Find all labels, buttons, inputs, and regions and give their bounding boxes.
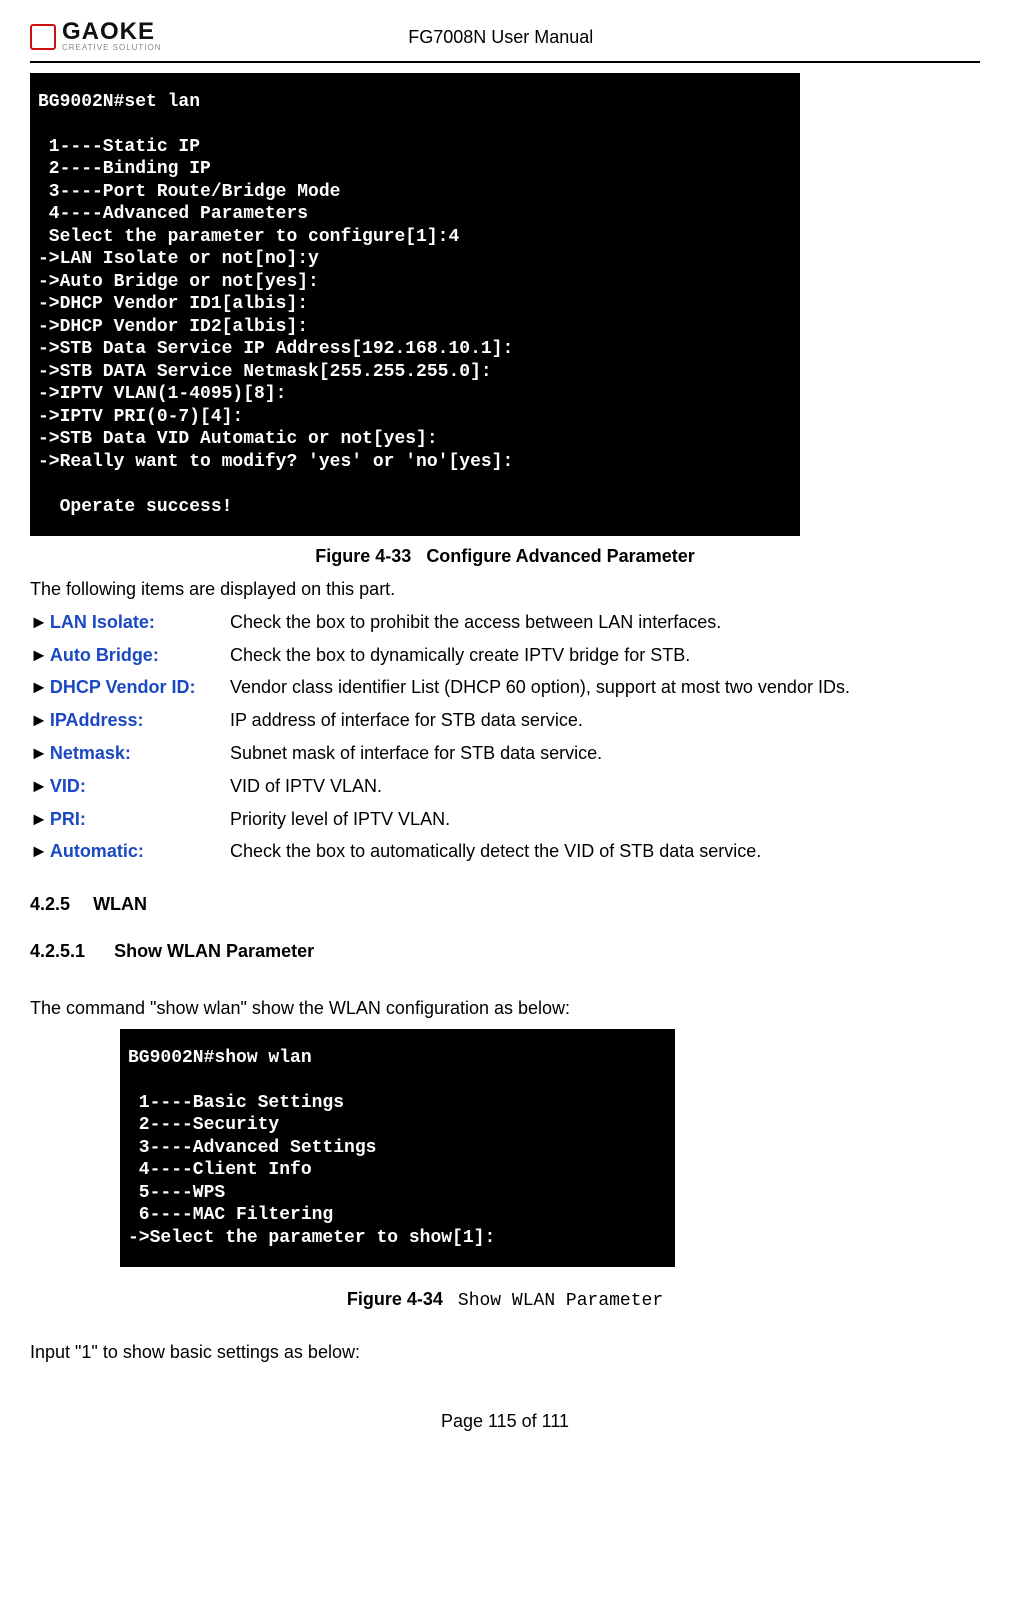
param-row: ► IPAddress:IP address of interface for … — [30, 706, 980, 735]
section-title: WLAN — [93, 894, 147, 914]
param-name: VID: — [50, 772, 86, 801]
logo: GAOKE CREATIVE SOLUTION — [30, 20, 162, 55]
section-heading: 4.2.5 WLAN — [30, 890, 980, 919]
parameter-list: ► LAN Isolate:Check the box to prohibit … — [30, 608, 980, 866]
param-label-col: ► DHCP Vendor ID: — [30, 673, 230, 702]
triangle-icon: ► — [30, 641, 48, 670]
subsection-title: Show WLAN Parameter — [114, 941, 314, 961]
intro-text-2: The command "show wlan" show the WLAN co… — [30, 994, 980, 1023]
param-description: Priority level of IPTV VLAN. — [230, 805, 980, 834]
param-name: Auto Bridge: — [50, 641, 159, 670]
terminal-screenshot-2: BG9002N#show wlan 1----Basic Settings 2-… — [120, 1029, 675, 1268]
param-name: PRI: — [50, 805, 86, 834]
figure-caption-1: Figure 4-33 Configure Advanced Parameter — [30, 542, 980, 571]
header-title: FG7008N User Manual — [162, 23, 840, 52]
param-description: VID of IPTV VLAN. — [230, 772, 980, 801]
figure-number-2: Figure 4-34 — [347, 1289, 443, 1309]
param-description: Check the box to dynamically create IPTV… — [230, 641, 980, 670]
param-row: ► Netmask:Subnet mask of interface for S… — [30, 739, 980, 768]
param-description: Check the box to automatically detect th… — [230, 837, 980, 866]
logo-mark-icon — [30, 24, 56, 50]
param-row: ► VID:VID of IPTV VLAN. — [30, 772, 980, 801]
param-name: IPAddress: — [50, 706, 144, 735]
triangle-icon: ► — [30, 608, 48, 637]
param-label-col: ► IPAddress: — [30, 706, 230, 735]
logo-tagline: CREATIVE SOLUTION — [62, 42, 162, 55]
section-number: 4.2.5 — [30, 894, 70, 914]
param-row: ► DHCP Vendor ID:Vendor class identifier… — [30, 673, 980, 702]
param-name: Netmask: — [50, 739, 131, 768]
figure-caption-2: Figure 4-34 Show WLAN Parameter — [30, 1285, 980, 1316]
subsection-heading: 4.2.5.1 Show WLAN Parameter — [30, 937, 980, 966]
param-name: LAN Isolate: — [50, 608, 155, 637]
param-name: Automatic: — [50, 837, 144, 866]
triangle-icon: ► — [30, 772, 48, 801]
subsection-number: 4.2.5.1 — [30, 941, 85, 961]
param-description: Check the box to prohibit the access bet… — [230, 608, 980, 637]
page-container: GAOKE CREATIVE SOLUTION FG7008N User Man… — [0, 0, 1010, 1466]
intro-text-3: Input "1" to show basic settings as belo… — [30, 1338, 980, 1367]
param-description: Vendor class identifier List (DHCP 60 op… — [230, 673, 980, 702]
param-label-col: ► LAN Isolate: — [30, 608, 230, 637]
param-label-col: ► Automatic: — [30, 837, 230, 866]
terminal-screenshot-1: BG9002N#set lan 1----Static IP 2----Bind… — [30, 73, 800, 537]
param-label-col: ► Auto Bridge: — [30, 641, 230, 670]
param-label-col: ► VID: — [30, 772, 230, 801]
param-description: Subnet mask of interface for STB data se… — [230, 739, 980, 768]
param-row: ► PRI:Priority level of IPTV VLAN. — [30, 805, 980, 834]
param-row: ► Auto Bridge:Check the box to dynamical… — [30, 641, 980, 670]
param-label-col: ► PRI: — [30, 805, 230, 834]
param-row: ► Automatic:Check the box to automatical… — [30, 837, 980, 866]
logo-text-block: GAOKE CREATIVE SOLUTION — [62, 20, 162, 55]
figure-title-2: Show WLAN Parameter — [458, 1291, 663, 1311]
triangle-icon: ► — [30, 706, 48, 735]
param-row: ► LAN Isolate:Check the box to prohibit … — [30, 608, 980, 637]
intro-text-1: The following items are displayed on thi… — [30, 575, 980, 604]
triangle-icon: ► — [30, 739, 48, 768]
triangle-icon: ► — [30, 805, 48, 834]
param-description: IP address of interface for STB data ser… — [230, 706, 980, 735]
logo-name: GAOKE — [62, 20, 162, 44]
param-name: DHCP Vendor ID: — [50, 673, 196, 702]
page-header: GAOKE CREATIVE SOLUTION FG7008N User Man… — [30, 20, 980, 63]
figure-number-1: Figure 4-33 — [315, 546, 411, 566]
figure-title-1: Configure Advanced Parameter — [426, 546, 694, 566]
triangle-icon: ► — [30, 837, 48, 866]
triangle-icon: ► — [30, 673, 48, 702]
page-footer: Page 115 of 111 — [30, 1407, 980, 1436]
param-label-col: ► Netmask: — [30, 739, 230, 768]
